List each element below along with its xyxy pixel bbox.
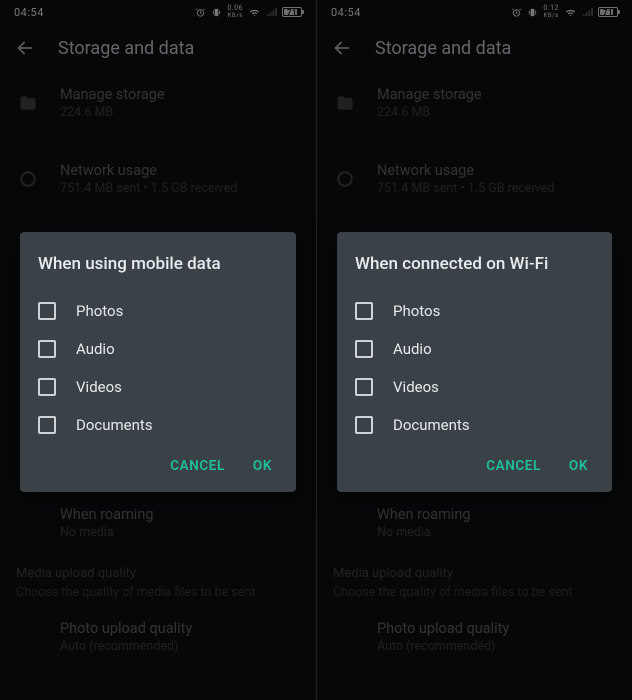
checkbox-icon <box>355 416 373 434</box>
ok-button[interactable]: OK <box>253 458 272 474</box>
checkbox-icon <box>355 302 373 320</box>
dialog-title: When using mobile data <box>38 254 278 274</box>
checkbox-icon <box>38 302 56 320</box>
option-audio-label: Audio <box>393 340 432 358</box>
cancel-button[interactable]: CANCEL <box>170 458 225 474</box>
checkbox-icon <box>355 340 373 358</box>
checkbox-icon <box>38 340 56 358</box>
option-photos[interactable]: Photos <box>38 292 278 330</box>
mobile-data-dialog: When using mobile data Photos Audio Vide… <box>20 232 296 492</box>
cancel-button[interactable]: CANCEL <box>486 458 541 474</box>
option-documents[interactable]: Documents <box>355 406 594 444</box>
option-photos-label: Photos <box>393 302 440 320</box>
checkbox-icon <box>355 378 373 396</box>
option-audio[interactable]: Audio <box>355 330 594 368</box>
ok-button[interactable]: OK <box>569 458 588 474</box>
wifi-dialog: When connected on Wi-Fi Photos Audio Vid… <box>337 232 612 492</box>
phone-left: 04:54 0.06 KB/s 71 Storage and data <box>0 0 316 700</box>
checkbox-icon <box>38 378 56 396</box>
phone-right: 04:54 0.12 KB/s 71 Storage and data <box>316 0 632 700</box>
checkbox-icon <box>38 416 56 434</box>
option-documents[interactable]: Documents <box>38 406 278 444</box>
option-documents-label: Documents <box>76 416 153 434</box>
option-documents-label: Documents <box>393 416 470 434</box>
option-videos-label: Videos <box>393 378 439 396</box>
option-photos[interactable]: Photos <box>355 292 594 330</box>
option-videos[interactable]: Videos <box>38 368 278 406</box>
option-videos-label: Videos <box>76 378 122 396</box>
dialog-title: When connected on Wi-Fi <box>355 254 594 274</box>
option-audio-label: Audio <box>76 340 115 358</box>
option-videos[interactable]: Videos <box>355 368 594 406</box>
option-photos-label: Photos <box>76 302 123 320</box>
option-audio[interactable]: Audio <box>38 330 278 368</box>
